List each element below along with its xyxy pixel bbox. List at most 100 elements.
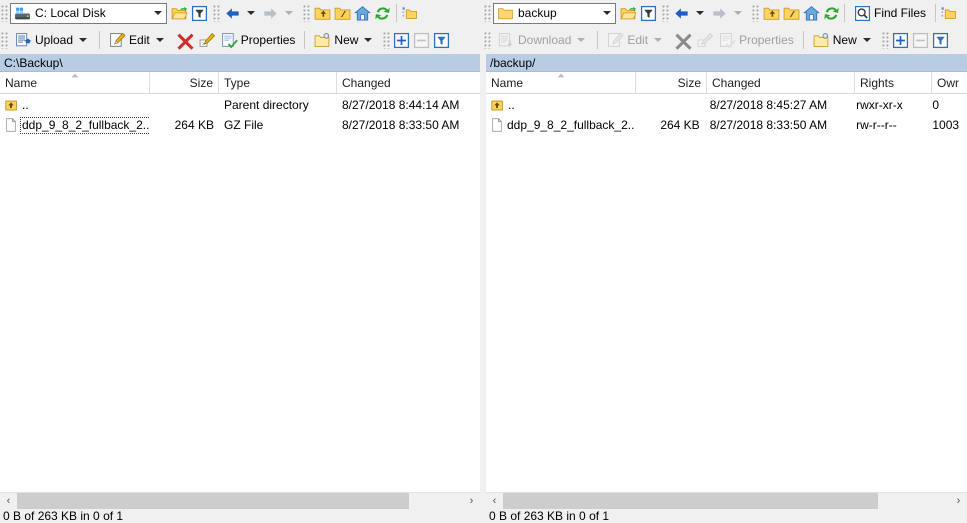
edit-button[interactable]: Edit — [602, 29, 670, 51]
download-button[interactable]: Download — [493, 29, 593, 51]
edit-dropdown[interactable] — [654, 38, 663, 42]
right-file-list[interactable]: .. 8/27/2018 8:45:27 AM rwxr-xr-x 0 ddp_… — [486, 95, 967, 492]
open-folder-icon[interactable] — [620, 5, 637, 22]
row-name-cell: .. — [0, 98, 150, 112]
right-horizontal-scrollbar[interactable]: ‹ › — [486, 492, 967, 509]
scroll-left-arrow[interactable]: ‹ — [0, 493, 17, 509]
download-dropdown[interactable] — [577, 38, 586, 42]
new-button[interactable]: New — [309, 29, 380, 51]
right-back-dropdown[interactable] — [696, 11, 704, 15]
column-header-changed[interactable]: Changed — [707, 72, 855, 93]
scroll-right-arrow[interactable]: › — [950, 493, 967, 509]
home-icon[interactable] — [803, 5, 820, 22]
scroll-right-arrow[interactable]: › — [463, 493, 480, 509]
column-header-label: Changed — [342, 75, 391, 90]
filter-icon[interactable] — [640, 5, 657, 22]
right-path-bar: /backup/ — [486, 54, 967, 72]
left-address-dropdown[interactable] — [150, 4, 166, 23]
rename-icon[interactable]: x — [199, 32, 216, 49]
open-folder-icon[interactable] — [171, 5, 188, 22]
properties-button[interactable]: Properties — [216, 29, 301, 51]
new-button[interactable]: New — [808, 29, 879, 51]
find-files-button[interactable]: Find Files — [849, 2, 931, 24]
root-directory-icon[interactable] — [783, 5, 800, 22]
upload-icon — [16, 32, 32, 46]
properties-button[interactable]: Properties — [714, 29, 799, 51]
delete-icon[interactable] — [176, 31, 195, 50]
add-bookmark-icon[interactable] — [940, 5, 957, 22]
column-header-name[interactable]: Name — [0, 72, 150, 93]
left-forward-button[interactable] — [260, 2, 298, 24]
left-back-button[interactable] — [222, 2, 260, 24]
row-changed-cell: 8/27/2018 8:33:50 AM — [709, 118, 828, 132]
toolbar-grip[interactable] — [1, 31, 8, 49]
column-header-rights[interactable]: Rights — [855, 72, 932, 93]
table-row[interactable]: .. 8/27/2018 8:45:27 AM rwxr-xr-x 0 — [486, 95, 967, 115]
properties-icon — [720, 32, 736, 48]
parent-directory-icon[interactable] — [314, 5, 331, 22]
column-header-name[interactable]: Name — [486, 72, 636, 93]
toolbar-grip[interactable] — [881, 31, 889, 49]
edit-button[interactable]: Edit — [104, 29, 172, 51]
column-header-label: Changed — [712, 75, 761, 90]
toolbar-grip[interactable] — [662, 4, 669, 22]
toolbar-grip[interactable] — [383, 31, 391, 49]
select-minus-icon[interactable] — [912, 32, 929, 49]
rename-icon[interactable]: x — [697, 32, 714, 49]
right-address-dropdown[interactable] — [599, 4, 615, 23]
table-row[interactable]: ddp_9_8_2_fullback_2... 264 KB 8/27/2018… — [486, 115, 967, 135]
left-forward-dropdown[interactable] — [285, 11, 293, 15]
row-changed-cell: 8/27/2018 8:45:27 AM — [709, 98, 828, 112]
column-header-changed[interactable]: Changed — [337, 72, 480, 93]
right-address-combo[interactable]: backup — [493, 2, 616, 24]
edit-label: Edit — [129, 33, 150, 47]
left-back-dropdown[interactable] — [247, 11, 255, 15]
table-row[interactable]: ddp_9_8_2_fullback_2... 264 KB GZ File 8… — [0, 115, 480, 135]
toolbar-grip[interactable] — [213, 4, 220, 22]
left-status-bar: 0 B of 263 KB in 0 of 1 — [0, 509, 480, 523]
toolbar-grip[interactable] — [484, 4, 491, 22]
toolbar-grip[interactable] — [303, 4, 310, 22]
upload-dropdown[interactable] — [79, 38, 88, 42]
toolbar-grip[interactable] — [484, 31, 491, 49]
selection-filter-icon[interactable] — [932, 32, 949, 49]
column-header-type[interactable]: Type — [219, 72, 337, 93]
toolbar-grip[interactable] — [752, 4, 759, 22]
left-horizontal-scrollbar[interactable]: ‹ › — [0, 492, 480, 509]
upload-button[interactable]: Upload — [10, 29, 95, 51]
home-icon[interactable] — [354, 5, 371, 22]
column-header-size[interactable]: Size — [150, 72, 219, 93]
column-header-size[interactable]: Size — [636, 72, 707, 93]
refresh-icon[interactable] — [374, 5, 391, 22]
new-dropdown[interactable] — [862, 38, 871, 42]
toolbar-grip[interactable] — [1, 4, 8, 22]
selection-filter-icon[interactable] — [433, 32, 450, 49]
select-plus-icon[interactable] — [393, 32, 410, 49]
column-header-owner[interactable]: Owr — [932, 72, 967, 93]
select-minus-icon[interactable] — [413, 32, 430, 49]
scroll-left-arrow[interactable]: ‹ — [486, 493, 503, 509]
right-forward-button[interactable] — [709, 2, 747, 24]
scroll-track[interactable] — [503, 493, 950, 509]
row-type-cell: Parent directory — [224, 98, 309, 112]
scroll-thumb[interactable] — [17, 493, 410, 509]
local-disk-icon — [15, 7, 30, 19]
left-command-toolbar: Upload Edit x Properties New — [0, 27, 483, 53]
select-plus-icon[interactable] — [892, 32, 909, 49]
new-dropdown[interactable] — [364, 38, 373, 42]
find-files-label: Find Files — [874, 6, 927, 20]
right-forward-dropdown[interactable] — [734, 11, 742, 15]
parent-directory-icon[interactable] — [763, 5, 780, 22]
scroll-track[interactable] — [17, 493, 463, 509]
scroll-thumb[interactable] — [503, 493, 879, 509]
add-bookmark-icon[interactable] — [401, 5, 418, 22]
edit-dropdown[interactable] — [155, 38, 164, 42]
filter-icon[interactable] — [191, 5, 208, 22]
table-row[interactable]: .. Parent directory 8/27/2018 8:44:14 AM — [0, 95, 480, 115]
right-back-button[interactable] — [671, 2, 709, 24]
left-address-combo[interactable]: C: Local Disk — [10, 2, 167, 24]
left-file-list[interactable]: .. Parent directory 8/27/2018 8:44:14 AM… — [0, 95, 480, 492]
refresh-icon[interactable] — [823, 5, 840, 22]
root-directory-icon[interactable] — [334, 5, 351, 22]
delete-icon[interactable] — [674, 31, 693, 50]
